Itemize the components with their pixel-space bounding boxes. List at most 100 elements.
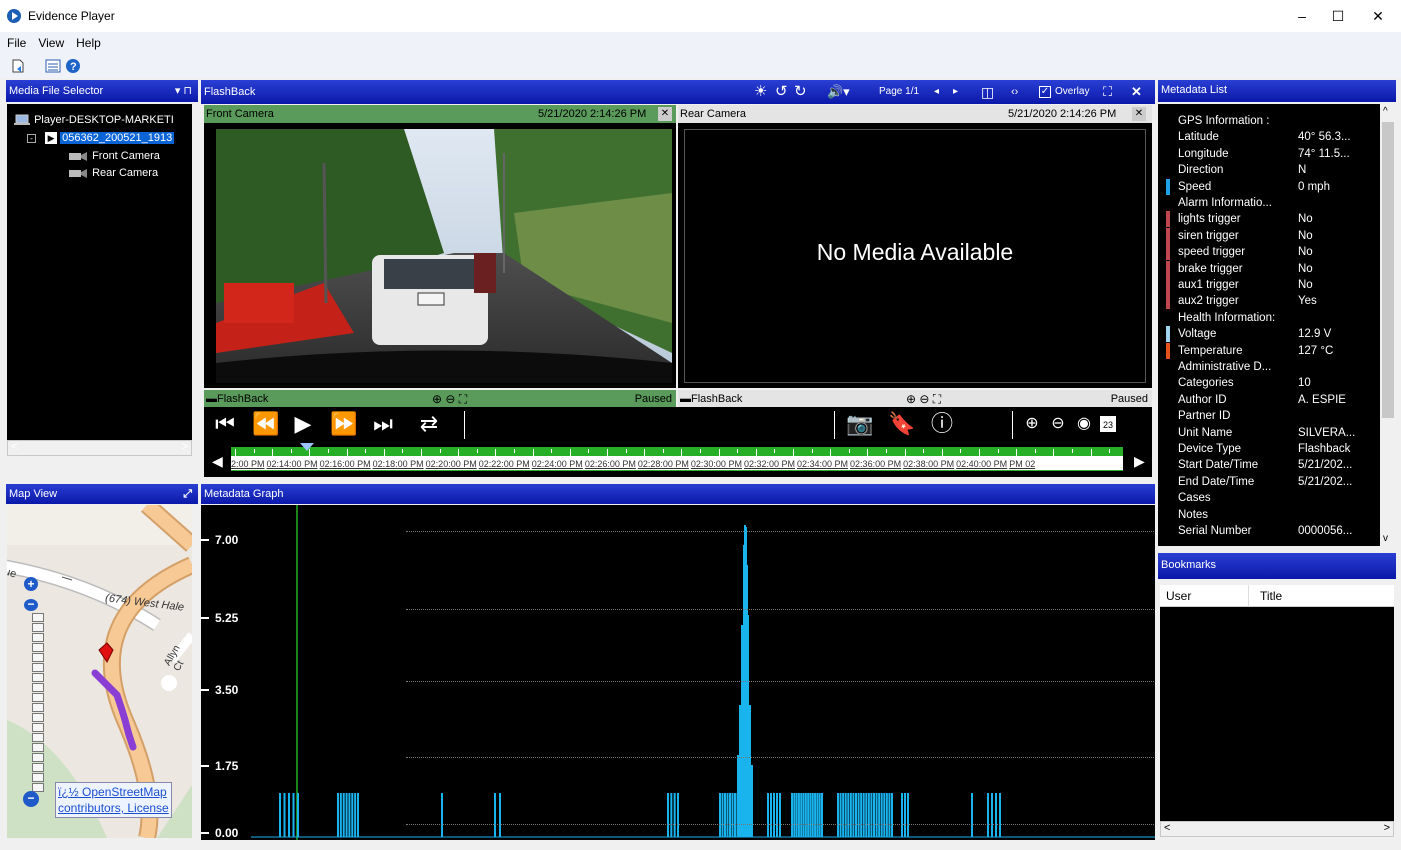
collapse-icon[interactable]: - <box>27 134 36 143</box>
timeline-track[interactable]: 2:00 PM 02:14:00 PM 02:16:00 PM 02:18:00 PM… <box>231 447 1123 471</box>
front-zoom-controls[interactable]: ⊕ ⊖ ⛶ <box>432 390 467 408</box>
minimize-button[interactable]: – <box>1282 4 1322 28</box>
zoom-level-step[interactable] <box>32 683 44 692</box>
metadata-key: Notes <box>1178 508 1209 521</box>
brightness-icon[interactable]: ☀ <box>754 80 767 104</box>
zoom-level-step[interactable] <box>32 733 44 742</box>
play-icon[interactable]: ▶ <box>288 409 318 439</box>
expand-icon[interactable]: ⤢ <box>183 484 192 504</box>
rear-zoom-controls[interactable]: ⊕ ⊖ ⛶ <box>906 390 941 408</box>
metadata-key: Cases <box>1178 492 1211 505</box>
close-button[interactable]: ✕ <box>1358 4 1398 28</box>
skip-end-icon[interactable]: ⏭ <box>368 409 398 439</box>
zoom-level-step[interactable] <box>32 693 44 702</box>
zoom-level-step[interactable] <box>32 663 44 672</box>
bookmarks-col-title[interactable]: Title <box>1260 589 1282 603</box>
graph-spike <box>779 793 781 837</box>
bookmarks-hscrollbar[interactable]: < > <box>1160 821 1394 837</box>
maximize-button[interactable]: ☐ <box>1318 4 1358 28</box>
timeline[interactable]: ◀ 2:00 PM 02:14:00 PM 02:16:00 PM 02:18:00 … <box>204 443 1152 477</box>
metadata-indicator-bar <box>1166 227 1170 244</box>
skip-start-icon[interactable]: ⏮ <box>210 409 240 439</box>
rotate-left-icon[interactable]: ↺ <box>775 80 788 104</box>
tree-hscrollbar[interactable]: < > <box>7 440 192 456</box>
zoom-level-step[interactable] <box>32 723 44 732</box>
split-view-icon[interactable]: ◫ <box>981 80 994 104</box>
bookmarks-list: User Title < > <box>1160 585 1394 837</box>
timeline-zoom-in-icon[interactable]: ⊕ <box>1020 409 1044 439</box>
tree-rear-camera[interactable]: Rear Camera <box>67 165 158 181</box>
metadata-scrollbar[interactable]: ^ v <box>1380 104 1396 546</box>
layout-icon[interactable] <box>45 58 61 74</box>
graph-spike <box>821 793 823 837</box>
front-camera-view[interactable] <box>204 123 676 388</box>
fast-forward-icon[interactable]: ⏩ <box>326 409 362 439</box>
timeline-label: 02:14:00 PM <box>266 459 318 469</box>
rewind-icon[interactable]: ⏪ <box>248 409 284 439</box>
zoom-level-step[interactable] <box>32 703 44 712</box>
volume-icon[interactable]: 🔊▾ <box>827 80 850 104</box>
rear-camera-close-icon[interactable]: ✕ <box>1132 107 1146 121</box>
menu-help[interactable]: Help <box>70 32 107 50</box>
map-canvas[interactable]: ue (674) West Hale Allyn Ct + − − ï¿½ Op… <box>7 505 192 838</box>
snapshot-icon[interactable]: 📷 <box>846 409 874 439</box>
timeline-playhead[interactable] <box>300 443 314 451</box>
metadata-key: Latitude <box>1178 131 1219 144</box>
timeline-reset-icon[interactable]: ◉ <box>1072 409 1096 439</box>
menu-file[interactable]: File <box>1 32 32 50</box>
loop-icon[interactable]: ⇄ <box>414 409 444 439</box>
zoom-level-step[interactable] <box>32 653 44 662</box>
scroll-left-icon[interactable]: < <box>1164 822 1170 834</box>
zoom-level-step[interactable] <box>32 773 44 782</box>
graph-spike <box>860 793 863 837</box>
zoom-level-step[interactable] <box>32 623 44 632</box>
calendar-icon[interactable]: 23 <box>1100 416 1116 432</box>
zoom-level-step[interactable] <box>32 763 44 772</box>
tree-file[interactable]: - ▶ 056362_200521_1913 <box>27 130 175 146</box>
zoom-level-step[interactable] <box>32 753 44 762</box>
timeline-prev-icon[interactable]: ◀ <box>212 453 223 470</box>
metadata-key: brake trigger <box>1178 262 1243 275</box>
front-camera-close-icon[interactable]: ✕ <box>658 107 672 121</box>
fullscreen-icon[interactable]: ⛶ <box>1103 80 1112 104</box>
zoom-level-step[interactable] <box>32 643 44 652</box>
zoom-level-step[interactable] <box>32 613 44 622</box>
zoom-out-top-icon[interactable]: − <box>24 598 38 611</box>
zoom-out-icon[interactable]: − <box>23 791 39 807</box>
scroll-up-icon[interactable]: ^ <box>1383 106 1388 117</box>
panel-close-icon[interactable]: ✕ <box>1131 80 1142 104</box>
bookmark-icon[interactable]: 🔖 <box>888 409 916 439</box>
metadata-graph[interactable]: 7.00 5.25 3.50 1.75 0.00 <box>201 505 1155 840</box>
zoom-level-step[interactable] <box>32 743 44 752</box>
graph-spike <box>995 793 997 837</box>
zoom-level-step[interactable] <box>32 633 44 642</box>
zoom-level-step[interactable] <box>32 673 44 682</box>
zoom-level-step[interactable] <box>32 713 44 722</box>
attribution-link[interactable]: ï¿½ OpenStreetMap contributors, License <box>55 782 172 818</box>
help-icon[interactable]: ? <box>65 58 81 74</box>
pin-icon[interactable]: ▾ ⊓ <box>175 80 192 102</box>
scroll-right-icon[interactable]: > <box>182 441 188 453</box>
bookmarks-col-user[interactable]: User <box>1166 589 1191 603</box>
rear-camera-view[interactable]: No Media Available <box>678 123 1152 388</box>
scroll-right-icon[interactable]: > <box>1384 822 1390 834</box>
timeline-zoom-out-icon[interactable]: ⊖ <box>1046 409 1070 439</box>
rotate-right-icon[interactable]: ↻ <box>794 80 807 104</box>
overlay-checkbox[interactable]: ✓ <box>1039 86 1051 98</box>
timeline-tick <box>960 449 962 453</box>
zoom-in-icon[interactable]: + <box>24 577 38 591</box>
scroll-down-icon[interactable]: v <box>1383 533 1388 544</box>
playback-bar: ⏮ ⏪ ▶ ⏩ ⏭ ⇄ 📷 🔖 ⓘ ⊕ ⊖ ◉ 23 <box>204 407 1152 443</box>
scroll-left-icon[interactable]: < <box>11 441 17 453</box>
sync-icon[interactable]: ‹› <box>1011 80 1018 104</box>
tree-front-camera[interactable]: Front Camera <box>67 148 160 164</box>
menu-view[interactable]: View <box>32 32 70 50</box>
prev-page-icon[interactable]: ◂ <box>934 80 939 104</box>
next-page-icon[interactable]: ▸ <box>953 80 958 104</box>
scroll-thumb[interactable] <box>1382 122 1394 418</box>
timeline-next-icon[interactable]: ▶ <box>1134 453 1145 470</box>
info-icon[interactable]: ⓘ <box>928 409 956 439</box>
graph-spike <box>883 793 886 837</box>
tree-root[interactable]: Player-DESKTOP-MARKETI <box>13 112 174 128</box>
open-file-icon[interactable] <box>10 58 26 74</box>
